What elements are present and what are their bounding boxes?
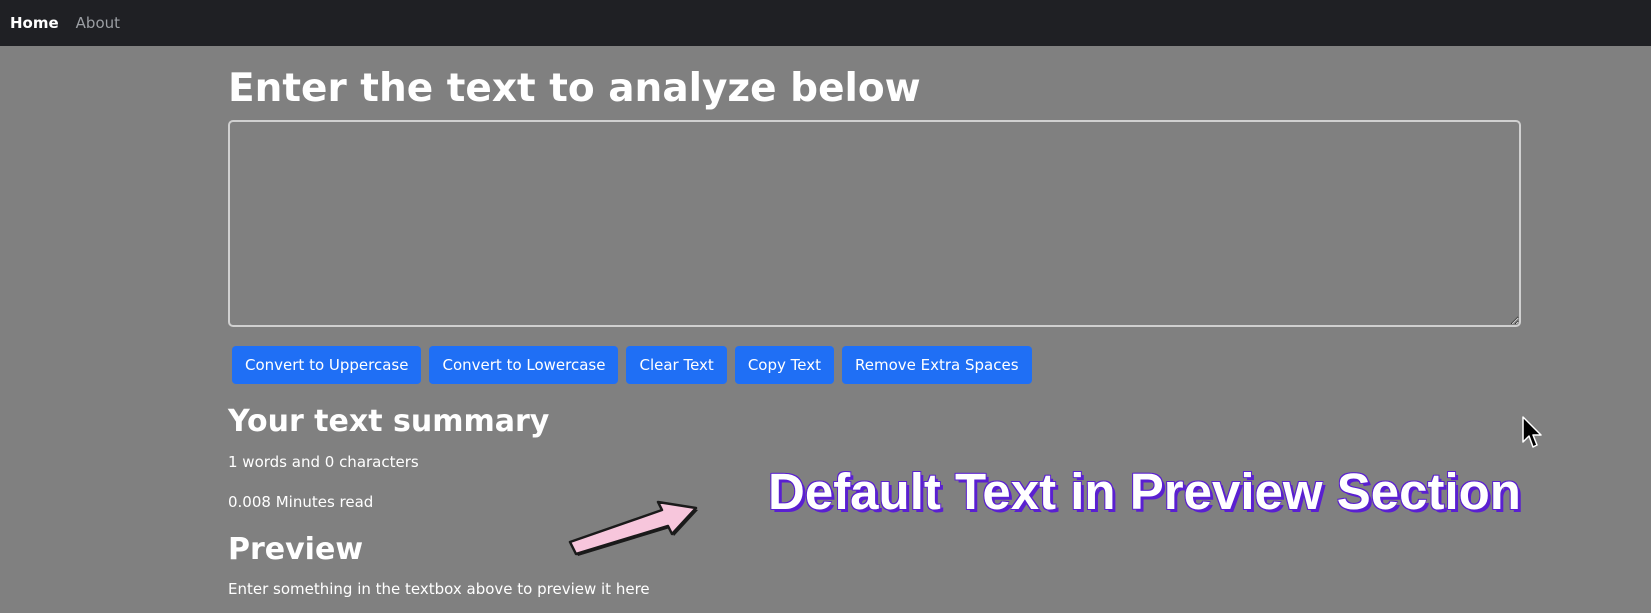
action-buttons: Convert to Uppercase Convert to Lowercas… bbox=[232, 346, 1032, 384]
text-input-area[interactable] bbox=[228, 120, 1521, 327]
summary-heading: Your text summary bbox=[228, 404, 550, 439]
nav-home-link[interactable]: Home bbox=[10, 14, 59, 32]
nav-about-link[interactable]: About bbox=[76, 14, 120, 32]
mouse-pointer-icon bbox=[1522, 416, 1542, 448]
page-title: Enter the text to analyze below bbox=[228, 66, 921, 111]
lowercase-button[interactable]: Convert to Lowercase bbox=[429, 346, 619, 384]
preview-text: Enter something in the textbox above to … bbox=[228, 580, 650, 598]
navbar: Home About bbox=[0, 0, 1651, 46]
arrow-up-right-icon bbox=[568, 500, 698, 556]
copy-text-button[interactable]: Copy Text bbox=[734, 346, 834, 384]
preview-heading: Preview bbox=[228, 532, 364, 567]
clear-text-button[interactable]: Clear Text bbox=[626, 346, 727, 384]
word-count-text: 1 words and 0 characters bbox=[228, 453, 419, 471]
overlay-caption: Default Text in Preview Section bbox=[768, 463, 1521, 520]
uppercase-button[interactable]: Convert to Uppercase bbox=[232, 346, 422, 384]
read-time-text: 0.008 Minutes read bbox=[228, 493, 374, 511]
remove-extra-spaces-button[interactable]: Remove Extra Spaces bbox=[841, 346, 1032, 384]
